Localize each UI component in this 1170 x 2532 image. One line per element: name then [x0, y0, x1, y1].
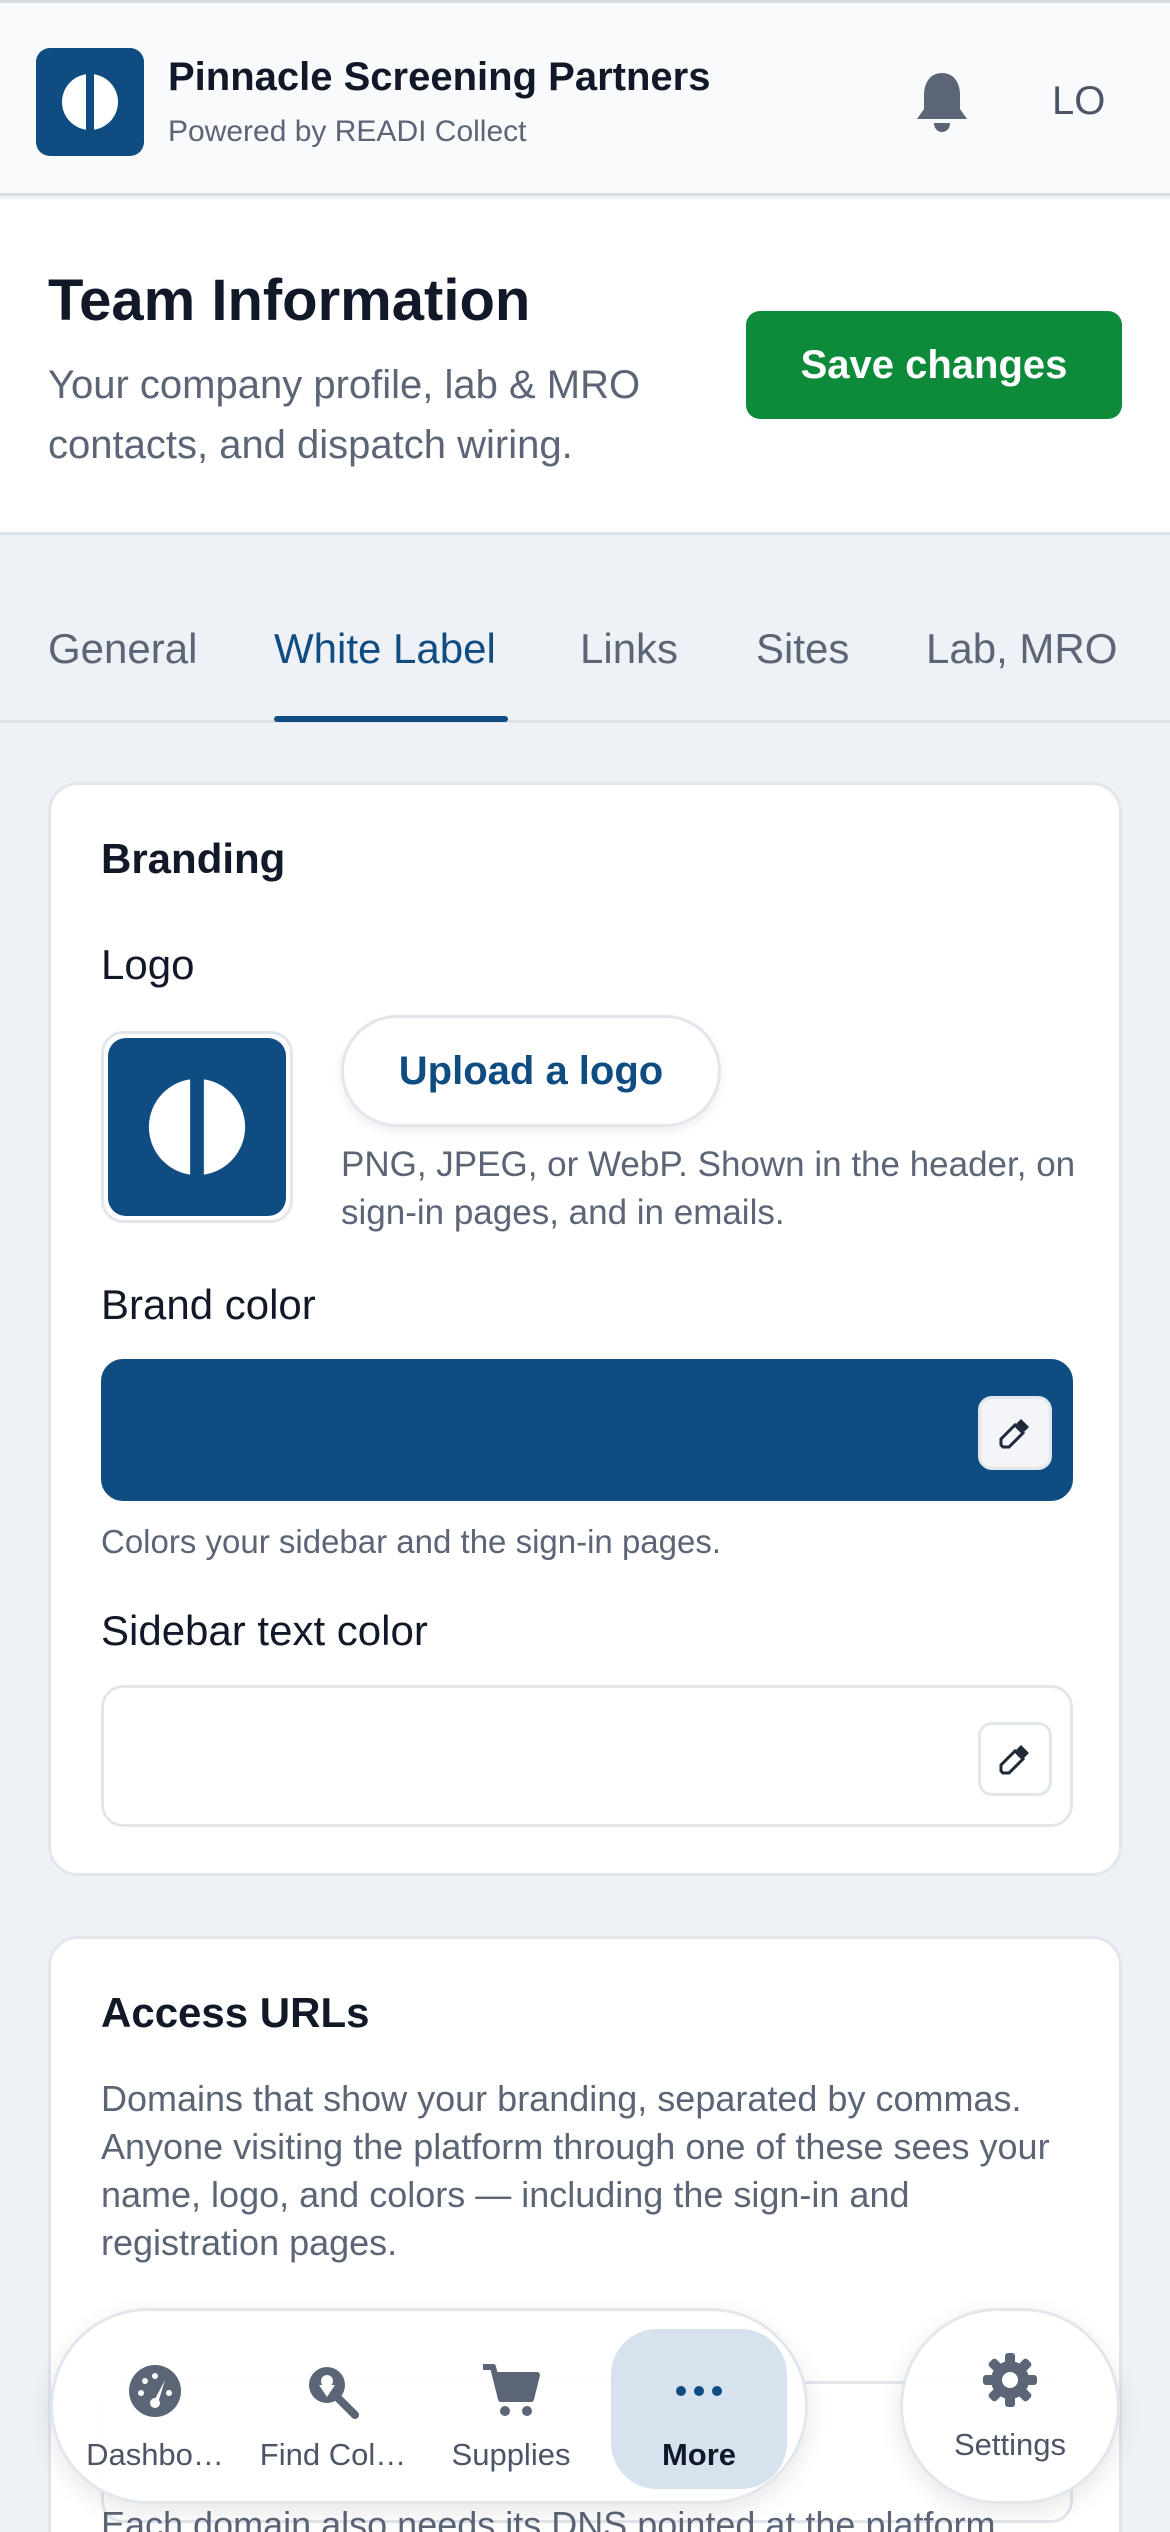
sidebar-text-color-picker-button[interactable] [978, 1722, 1052, 1796]
org-logo[interactable] [36, 48, 144, 156]
tab-links[interactable]: Links [580, 625, 678, 673]
tab-white-label[interactable]: White Label [274, 625, 496, 673]
bell-icon [917, 73, 967, 132]
nav-dashboard[interactable]: Dashbo… [67, 2329, 243, 2489]
logo-preview [101, 1031, 293, 1223]
active-tab-indicator [274, 716, 508, 722]
upload-logo-button[interactable]: Upload a logo [341, 1015, 721, 1127]
tab-sites[interactable]: Sites [756, 625, 849, 673]
save-changes-button[interactable]: Save changes [746, 311, 1122, 419]
notifications-button[interactable] [912, 69, 972, 135]
upload-hint: PNG, JPEG, or WebP. Shown in the header,… [341, 1145, 1076, 1232]
search-location-icon [309, 2367, 359, 2419]
nav-supplies[interactable]: Supplies [423, 2329, 599, 2489]
page-subtitle: Your company profile, lab & MRO contacts… [48, 363, 641, 467]
access-urls-title: Access URLs [101, 1989, 370, 2036]
brand-color-label: Brand color [101, 1281, 316, 1328]
eyedropper-icon [999, 1745, 1029, 1775]
readi-logo-icon [148, 1072, 246, 1182]
nav-find-collectors[interactable]: Find Col… [245, 2329, 421, 2489]
brand-color-field[interactable] [101, 1359, 1073, 1501]
page-header: Team Information Your company profile, l… [0, 199, 1170, 535]
gear-icon [983, 2353, 1037, 2407]
nav-find-collectors-label: Find Col… [259, 2437, 407, 2472]
sidebar-text-color-label: Sidebar text color [101, 1607, 428, 1654]
cart-icon [483, 2364, 540, 2416]
dns-note: Each domain also needs its DNS pointed a… [101, 2504, 1006, 2532]
nav-supplies-label: Supplies [451, 2437, 571, 2472]
nav-more-label: More [661, 2437, 737, 2472]
dashboard-gauge-icon [129, 2365, 181, 2417]
branding-card: Branding Logo Upload a logo PNG, JPEG, o… [48, 782, 1122, 1876]
nav-settings[interactable]: Settings [900, 2308, 1120, 2504]
org-subtitle: Powered by READI Collect [168, 115, 527, 148]
sidebar-text-color-field[interactable] [101, 1685, 1073, 1827]
nav-settings-label: Settings [953, 2427, 1066, 2462]
logo-label: Logo [101, 941, 195, 988]
brand-color-picker-button[interactable] [978, 1396, 1052, 1470]
brand-color-help: Colors your sidebar and the sign-in page… [101, 1523, 722, 1560]
user-avatar[interactable]: LO [1052, 79, 1105, 124]
access-urls-description: Domains that show your branding, separat… [101, 2078, 1050, 2263]
page-title: Team Information [48, 268, 531, 333]
branding-title: Branding [101, 835, 286, 882]
tab-general[interactable]: General [48, 625, 197, 673]
readi-logo-icon [62, 70, 118, 134]
org-name: Pinnacle Screening Partners [168, 55, 711, 99]
more-dots-icon [676, 2386, 722, 2396]
eyedropper-icon [999, 1419, 1029, 1449]
nav-dashboard-label: Dashbo… [86, 2437, 224, 2472]
app-header: Pinnacle Screening Partners Powered by R… [0, 0, 1170, 196]
bottom-nav: Dashbo… Find Col… Supplies More [50, 2308, 808, 2504]
nav-more[interactable]: More [611, 2329, 787, 2489]
tab-lab-mro[interactable]: Lab, MRO [926, 625, 1117, 673]
tab-bar: General White Label Links Sites Lab, MRO [0, 535, 1170, 723]
